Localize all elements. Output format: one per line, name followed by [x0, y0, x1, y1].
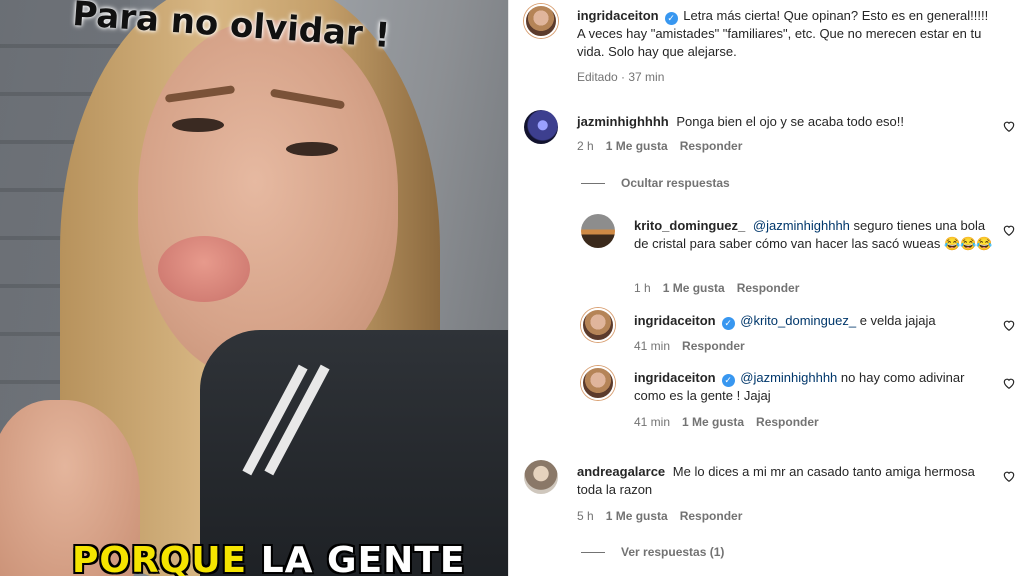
divider-line	[581, 183, 605, 185]
caption-highlight-word: PORQUE	[72, 540, 248, 576]
like-count[interactable]: 1 Me gusta	[682, 415, 744, 429]
comment-meta: 5 h 1 Me gusta Responder	[577, 509, 754, 523]
video-frame[interactable]: Para no olvidar ! PORQUE LA GENTE	[0, 0, 508, 576]
reply-button[interactable]: Responder	[682, 339, 745, 353]
reply-text: ingridaceiton ✓ @krito_dominguez_ e velda…	[634, 312, 994, 330]
avatar[interactable]	[524, 110, 558, 144]
mention-link[interactable]: @jazminhighhhh	[753, 218, 850, 233]
like-heart-icon[interactable]	[1002, 376, 1016, 390]
like-heart-icon[interactable]	[1002, 469, 1016, 483]
reply-text: ingridaceiton ✓ @jazminhighhhh no hay com…	[634, 369, 994, 405]
video-caption-bottom: PORQUE LA GENTE	[72, 540, 465, 576]
like-heart-icon[interactable]	[1002, 119, 1016, 133]
username[interactable]: jazminhighhhh	[577, 114, 669, 129]
caption-rest: LA GENTE	[260, 540, 466, 576]
view-replies-button[interactable]: Ver respuestas (1)	[581, 545, 724, 559]
verified-badge-icon: ✓	[721, 317, 735, 330]
toggle-label: Ver respuestas (1)	[621, 545, 725, 559]
post-meta: Editado · 37 min	[577, 70, 665, 84]
hide-replies-button[interactable]: Ocultar respuestas	[581, 176, 730, 190]
mention-link[interactable]: @jazminhighhhh	[740, 370, 837, 385]
comment-text: andreagalarce Me lo dices a mi mr an cas…	[577, 463, 977, 499]
reply-meta: 1 h 1 Me gusta Responder	[634, 281, 811, 295]
username[interactable]: ingridaceiton	[577, 8, 659, 23]
reply-meta: 41 min 1 Me gusta Responder	[634, 415, 831, 429]
avatar[interactable]	[524, 460, 558, 494]
comment-text: jazminhighhhh Ponga bien el ojo y se aca…	[577, 113, 977, 131]
verified-badge-icon: ✓	[664, 12, 678, 25]
reply-time: 41 min	[634, 415, 671, 429]
reply-button[interactable]: Responder	[756, 415, 819, 429]
reply-text: krito_dominguez_ @jazminhighhhh seguro t…	[634, 217, 994, 253]
reply-button[interactable]: Responder	[737, 281, 800, 295]
like-heart-icon[interactable]	[1002, 318, 1016, 332]
reply-meta: 41 min Responder	[634, 339, 757, 353]
comment-body: Ponga bien el ojo y se acaba todo eso!!	[676, 114, 905, 129]
avatar[interactable]	[581, 366, 615, 400]
toggle-label: Ocultar respuestas	[621, 176, 730, 190]
person-face	[138, 20, 398, 380]
reply-time: 1 h	[634, 281, 651, 295]
person-lips	[158, 236, 250, 302]
like-count[interactable]: 1 Me gusta	[606, 509, 668, 523]
comment-time: 5 h	[577, 509, 594, 523]
comment-time: 2 h	[577, 139, 594, 153]
avatar[interactable]	[581, 308, 615, 342]
left-eye	[172, 118, 224, 132]
avatar[interactable]	[581, 214, 615, 248]
reply-body: e velda jajaja	[859, 313, 936, 328]
verified-badge-icon: ✓	[721, 374, 735, 387]
comment-meta: 2 h 1 Me gusta Responder	[577, 139, 754, 153]
username[interactable]: ingridaceiton	[634, 313, 716, 328]
like-heart-icon[interactable]	[1002, 223, 1016, 237]
username[interactable]: andreagalarce	[577, 464, 665, 479]
avatar[interactable]	[524, 4, 558, 38]
divider-line	[581, 552, 605, 554]
reply-button[interactable]: Responder	[680, 509, 743, 523]
right-eye	[286, 142, 338, 156]
reply-time: 41 min	[634, 339, 671, 353]
username[interactable]: krito_dominguez_	[634, 218, 745, 233]
post-caption: ingridaceiton ✓ Letra más cierta! Que opi…	[577, 7, 997, 61]
like-count[interactable]: 1 Me gusta	[663, 281, 725, 295]
comments-panel[interactable]: ingridaceiton ✓ Letra más cierta! Que opi…	[508, 0, 1024, 576]
mention-link[interactable]: @krito_dominguez_	[740, 313, 856, 328]
username[interactable]: ingridaceiton	[634, 370, 716, 385]
like-count[interactable]: 1 Me gusta	[606, 139, 668, 153]
reply-button[interactable]: Responder	[680, 139, 743, 153]
